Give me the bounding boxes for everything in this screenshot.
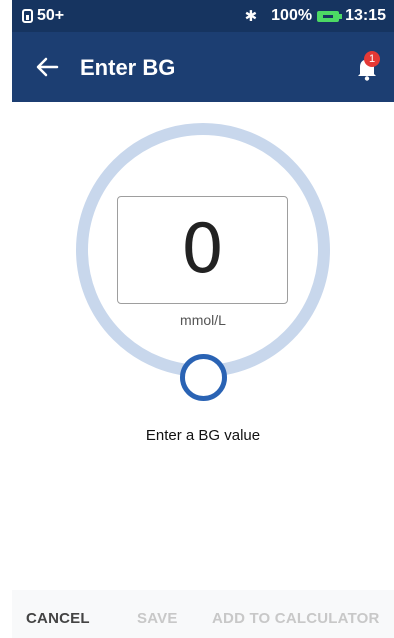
- save-button[interactable]: SAVE: [137, 610, 178, 627]
- signal-text: 50+: [37, 7, 65, 24]
- clock-time: 13:15: [345, 7, 386, 24]
- dial-slider-handle[interactable]: [180, 354, 227, 401]
- status-right: ✱ 100% 13:15: [245, 7, 386, 25]
- notification-badge: 1: [364, 51, 380, 67]
- cancel-button[interactable]: CANCEL: [26, 610, 90, 627]
- add-to-calculator-button[interactable]: ADD TO CALCULATOR: [212, 610, 380, 627]
- back-arrow-icon: [36, 57, 59, 77]
- page-title: Enter BG: [80, 55, 176, 80]
- unit-label: mmol/L: [180, 312, 226, 328]
- back-button[interactable]: [30, 50, 64, 84]
- notifications-button[interactable]: 1: [350, 50, 384, 84]
- bg-value-field[interactable]: 0: [117, 196, 288, 304]
- entry-prompt: Enter a BG value: [145, 427, 261, 444]
- status-left: 50+: [22, 7, 64, 25]
- action-bar: CANCEL SAVE ADD TO CALCULATOR: [12, 590, 394, 638]
- phone-screen: 50+ ✱ 100% 13:15 Enter BG 1 0 mmol/L Ent…: [12, 0, 394, 638]
- bluetooth-icon: ✱: [244, 7, 258, 25]
- app-bar: Enter BG 1: [12, 32, 394, 102]
- battery-percent: 100%: [271, 7, 313, 24]
- battery-charging-icon: [317, 10, 343, 22]
- sim-icon: [22, 9, 33, 23]
- status-bar: 50+ ✱ 100% 13:15: [12, 0, 394, 32]
- bg-dial: 0 mmol/L: [12, 102, 394, 402]
